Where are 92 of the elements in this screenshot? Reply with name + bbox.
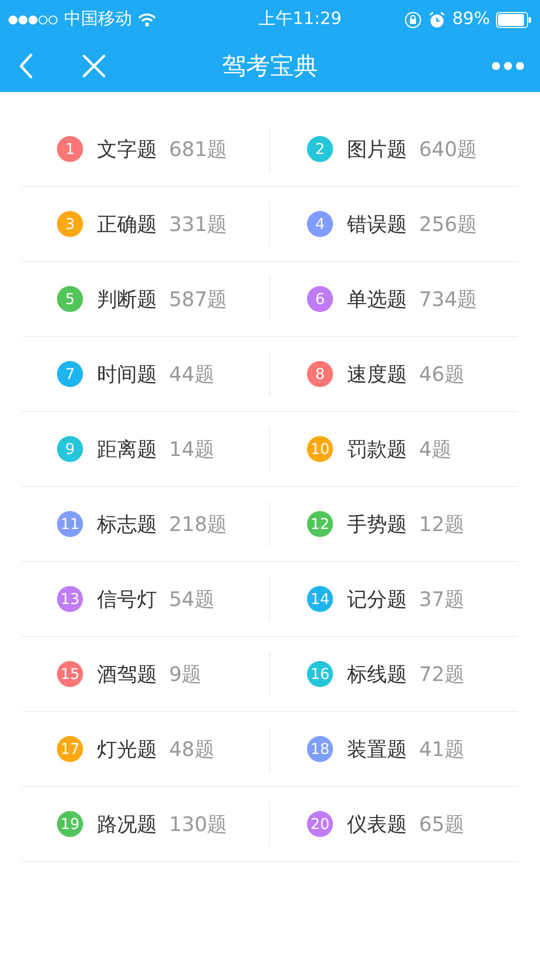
status-time: 上午11:29	[258, 8, 342, 32]
category-name: 装置题	[347, 736, 407, 763]
category-item[interactable]: 17 灯光题 48题	[57, 734, 214, 764]
question-count: 54题	[169, 586, 214, 613]
category-name: 单选题	[347, 286, 407, 313]
question-count: 65题	[419, 811, 464, 838]
battery-percent: 89%	[452, 8, 490, 32]
signal-icon	[8, 14, 58, 26]
category-name: 记分题	[347, 586, 407, 613]
question-count: 256题	[419, 211, 478, 238]
question-count: 72题	[419, 661, 464, 688]
number-badge: 6	[307, 286, 333, 312]
category-item[interactable]: 12 手势题 12题	[307, 509, 464, 539]
question-count: 12题	[419, 511, 464, 538]
number-badge: 7	[57, 361, 83, 387]
category-item[interactable]: 1 文字题 681题	[57, 134, 228, 164]
number-badge: 20	[307, 811, 333, 837]
category-name: 文字题	[97, 136, 157, 163]
category-name: 手势题	[347, 511, 407, 538]
question-count: 331题	[169, 211, 228, 238]
category-name: 速度题	[347, 361, 407, 388]
number-badge: 19	[57, 811, 83, 837]
number-badge: 15	[57, 661, 83, 687]
page-title: 驾考宝典	[222, 51, 318, 82]
category-item[interactable]: 11 标志题 218题	[57, 509, 228, 539]
category-name: 距离题	[97, 436, 157, 463]
category-item[interactable]: 2 图片题 640题	[307, 134, 478, 164]
number-badge: 12	[307, 511, 333, 537]
category-item[interactable]: 8 速度题 46题	[307, 359, 464, 389]
category-name: 正确题	[97, 211, 157, 238]
wifi-icon	[138, 13, 156, 27]
number-badge: 8	[307, 361, 333, 387]
question-count: 734题	[419, 286, 478, 313]
number-badge: 3	[57, 211, 83, 237]
category-item[interactable]: 5 判断题 587题	[57, 284, 228, 314]
question-count: 640题	[419, 136, 478, 163]
category-name: 酒驾题	[97, 661, 157, 688]
category-name: 错误题	[347, 211, 407, 238]
category-name: 罚款题	[347, 436, 407, 463]
category-name: 时间题	[97, 361, 157, 388]
rotation-lock-icon	[404, 11, 422, 29]
category-item[interactable]: 13 信号灯 54题	[57, 584, 214, 614]
category-item[interactable]: 15 酒驾题 9题	[57, 659, 202, 689]
close-icon	[82, 54, 106, 78]
category-name: 仪表题	[347, 811, 407, 838]
number-badge: 2	[307, 136, 333, 162]
question-count: 130题	[169, 811, 228, 838]
number-badge: 1	[57, 136, 83, 162]
category-item[interactable]: 18 装置题 41题	[307, 734, 464, 764]
category-item[interactable]: 16 标线题 72题	[307, 659, 464, 689]
question-count: 46题	[419, 361, 464, 388]
number-badge: 13	[57, 586, 83, 612]
category-name: 标线题	[347, 661, 407, 688]
alarm-icon	[428, 11, 446, 29]
category-name: 判断题	[97, 286, 157, 313]
category-item[interactable]: 20 仪表题 65题	[307, 809, 464, 839]
number-badge: 9	[57, 436, 83, 462]
category-item[interactable]: 7 时间题 44题	[57, 359, 214, 389]
category-name: 图片题	[347, 136, 407, 163]
category-name: 灯光题	[97, 736, 157, 763]
category-item[interactable]: 3 正确题 331题	[57, 209, 228, 239]
back-icon	[18, 53, 34, 79]
category-item[interactable]: 19 路况题 130题	[57, 809, 228, 839]
question-count: 14题	[169, 436, 214, 463]
question-count: 218题	[169, 511, 228, 538]
category-name: 路况题	[97, 811, 157, 838]
battery-icon	[496, 12, 532, 28]
category-item[interactable]: 4 错误题 256题	[307, 209, 478, 239]
question-count: 41题	[419, 736, 464, 763]
category-name: 标志题	[97, 511, 157, 538]
number-badge: 4	[307, 211, 333, 237]
number-badge: 17	[57, 736, 83, 762]
number-badge: 5	[57, 286, 83, 312]
category-item[interactable]: 6 单选题 734题	[307, 284, 478, 314]
category-item[interactable]: 9 距离题 14题	[57, 434, 214, 464]
number-badge: 10	[307, 436, 333, 462]
category-name: 信号灯	[97, 586, 157, 613]
number-badge: 18	[307, 736, 333, 762]
category-item[interactable]: 14 记分题 37题	[307, 584, 464, 614]
more-icon	[491, 61, 525, 71]
question-count: 9题	[169, 661, 202, 688]
question-count: 44题	[169, 361, 214, 388]
number-badge: 11	[57, 511, 83, 537]
question-count: 4题	[419, 436, 452, 463]
question-count: 48题	[169, 736, 214, 763]
question-count: 37题	[419, 586, 464, 613]
question-count: 681题	[169, 136, 228, 163]
category-item[interactable]: 10 罚款题 4题	[307, 434, 452, 464]
carrier-name: 中国移动	[64, 8, 132, 32]
number-badge: 14	[307, 586, 333, 612]
question-count: 587题	[169, 286, 228, 313]
number-badge: 16	[307, 661, 333, 687]
